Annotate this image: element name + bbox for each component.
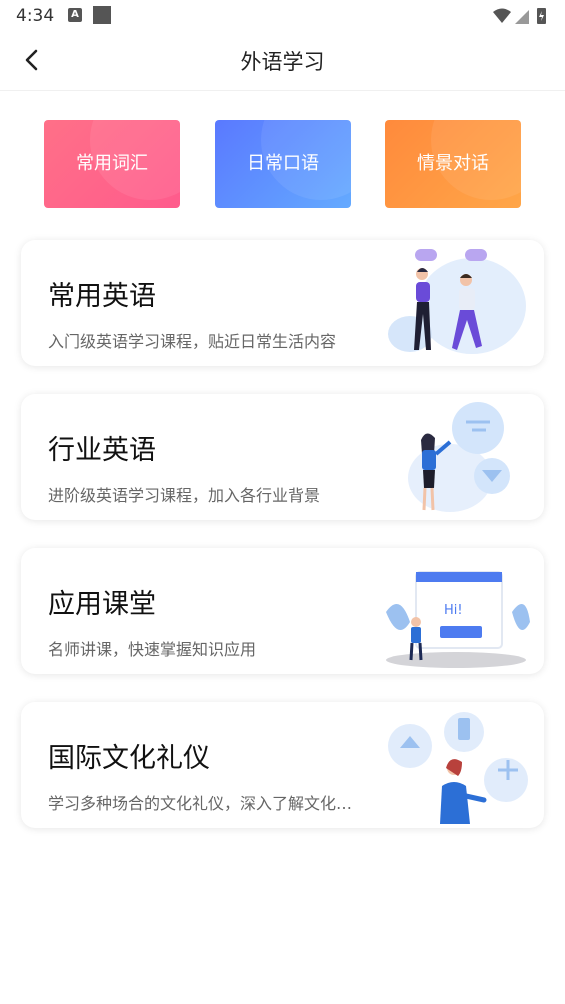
course-desc: 名师讲课，快速掌握知识应用 (48, 640, 257, 659)
course-desc: 学习多种场合的文化礼仪，深入了解文化差异 (48, 794, 363, 813)
page-title: 外语学习 (240, 50, 325, 74)
status-bar: 4:34 A (0, 0, 565, 32)
course-card-common-english[interactable]: 常用英语 入门级英语学习课程，贴近日常生活内容 (21, 240, 544, 366)
status-icons (493, 8, 546, 24)
tile-daily-speaking[interactable]: 日常口语 (215, 120, 351, 208)
status-time: 4:34 (16, 6, 55, 26)
conversation-illustration (388, 249, 526, 354)
presentation-illustration (408, 402, 510, 512)
classroom-illustration: Hi! (386, 571, 530, 668)
wifi-icon (493, 8, 511, 23)
tile-common-vocab[interactable]: 常用词汇 (44, 120, 180, 208)
tile-label: 常用词汇 (76, 153, 148, 174)
course-desc: 入门级英语学习课程，贴近日常生活内容 (48, 332, 337, 351)
course-title: 行业英语 (48, 435, 156, 466)
tile-situational-dialogue[interactable]: 情景对话 (385, 120, 521, 208)
notification-square-icon (93, 6, 111, 24)
notification-a-icon: A (68, 8, 82, 22)
signal-icon (515, 10, 529, 24)
travel-illustration (388, 712, 528, 824)
course-title: 常用英语 (48, 281, 156, 312)
course-title: 国际文化礼仪 (48, 743, 210, 774)
tile-label: 日常口语 (247, 153, 319, 174)
hi-bubble-text: Hi! (444, 603, 463, 618)
category-tiles: 常用词汇 日常口语 情景对话 (0, 120, 565, 210)
course-title: 应用课堂 (48, 589, 156, 620)
app-header: 外语学习 (0, 32, 565, 91)
course-card-culture-etiquette[interactable]: 国际文化礼仪 学习多种场合的文化礼仪，深入了解文化差异 (21, 702, 544, 828)
tile-label: 情景对话 (417, 153, 489, 174)
course-card-industry-english[interactable]: 行业英语 进阶级英语学习课程，加入各行业背景 (21, 394, 544, 520)
course-desc: 进阶级英语学习课程，加入各行业背景 (48, 486, 321, 505)
course-card-applied-class[interactable]: 应用课堂 名师讲课，快速掌握知识应用 Hi! (21, 548, 544, 674)
